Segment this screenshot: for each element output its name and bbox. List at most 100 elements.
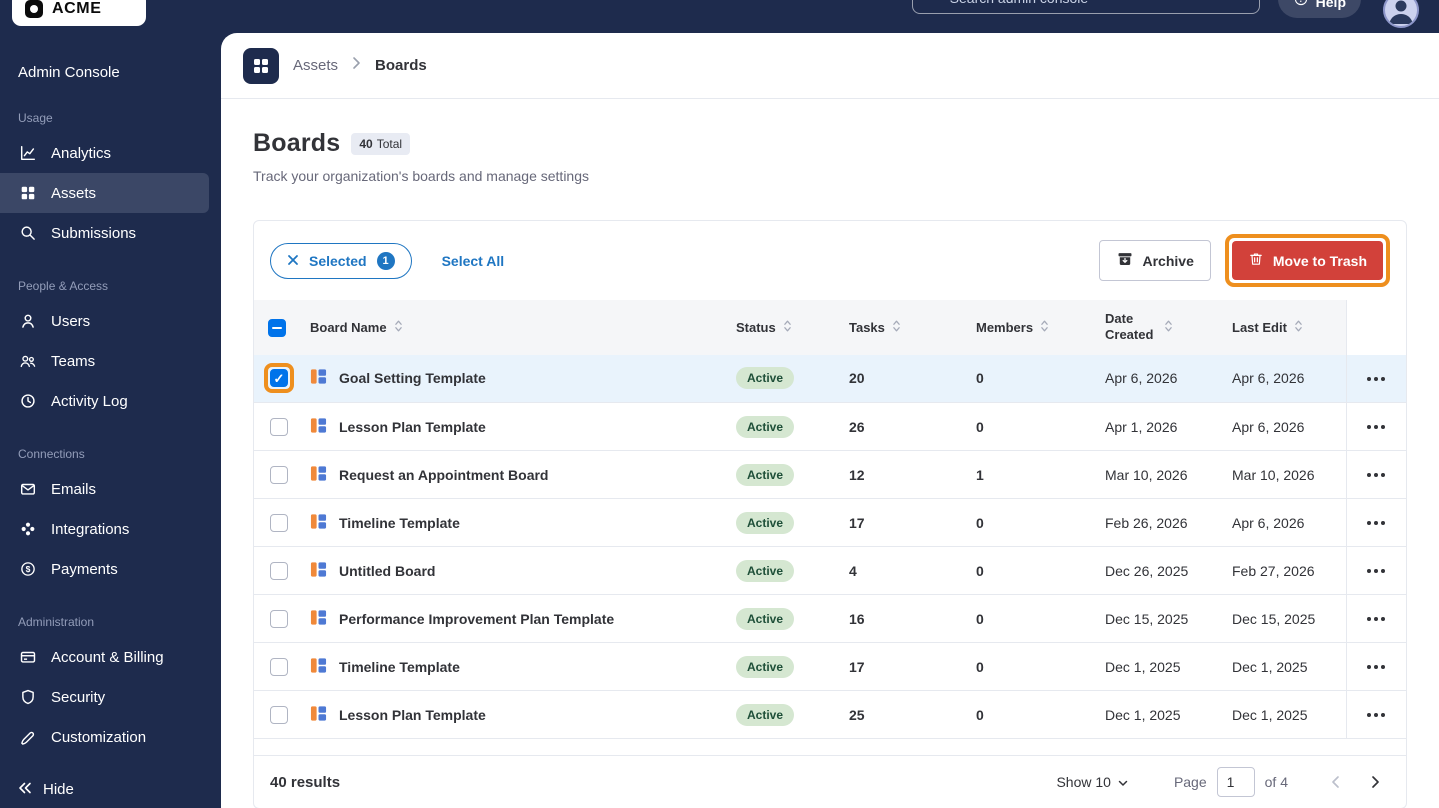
sort-icon — [1164, 319, 1173, 336]
board-icon — [310, 368, 327, 388]
row-menu-button[interactable] — [1361, 657, 1391, 677]
board-name-link[interactable]: Lesson Plan Template — [310, 705, 716, 725]
last-edit-cell: Feb 27, 2026 — [1222, 546, 1346, 595]
column-header-tasks[interactable]: Tasks — [839, 300, 966, 355]
column-header-last-edit[interactable]: Last Edit — [1222, 300, 1346, 355]
sidebar-item-account-billing[interactable]: Account & Billing — [0, 637, 209, 677]
sidebar-item-submissions[interactable]: Submissions — [0, 213, 209, 253]
select-all-checkbox[interactable] — [268, 319, 286, 338]
board-icon — [310, 513, 327, 533]
board-name-link[interactable]: Lesson Plan Template — [310, 417, 716, 437]
row-menu-button[interactable] — [1361, 561, 1391, 581]
assets-grid-icon[interactable] — [243, 47, 279, 84]
user-avatar[interactable] — [1383, 0, 1419, 28]
sidebar-section-connections: Connections — [18, 447, 85, 461]
search-input[interactable] — [949, 0, 1222, 6]
customization-icon — [18, 727, 38, 747]
members-cell: 0 — [966, 354, 1095, 403]
board-name-link[interactable]: Timeline Template — [310, 657, 716, 677]
breadcrumb-assets[interactable]: Assets — [293, 57, 338, 74]
page-title: Boards — [253, 129, 341, 157]
row-checkbox-cell — [254, 594, 300, 643]
page-size-select[interactable]: Show 10 — [1056, 774, 1128, 790]
people-icon — [18, 351, 38, 371]
row-menu-button[interactable] — [1361, 513, 1391, 533]
previous-page-button[interactable] — [1320, 767, 1350, 797]
row-checkbox[interactable] — [270, 465, 288, 484]
members-cell: 0 — [966, 594, 1095, 643]
last-edit-cell: Mar 10, 2026 — [1222, 450, 1346, 499]
board-name-link[interactable]: Untitled Board — [310, 561, 716, 581]
annotation-highlight-trash: Move to Trash — [1224, 234, 1390, 287]
archive-label: Archive — [1142, 252, 1194, 269]
row-menu-button[interactable] — [1361, 369, 1391, 389]
sidebar-section-people: People & Access — [18, 279, 109, 293]
archive-button[interactable]: Archive — [1098, 240, 1211, 281]
tasks-cell: 26 — [839, 402, 966, 451]
board-name-link[interactable]: Performance Improvement Plan Template — [310, 609, 716, 629]
sidebar-section-usage: Usage — [18, 111, 53, 125]
table-header-row: Board Name Status Tasks Members Date Cre… — [254, 300, 1406, 355]
sidebar-item-customization[interactable]: Customization — [0, 717, 209, 757]
row-checkbox[interactable] — [270, 705, 288, 724]
status-badge: Active — [736, 463, 795, 486]
column-header-status[interactable]: Status — [726, 300, 839, 355]
row-checkbox[interactable] — [270, 561, 288, 580]
svg-text:?: ? — [1298, 0, 1303, 4]
row-menu-button[interactable] — [1361, 609, 1391, 629]
of-pages-label: of 4 — [1264, 774, 1288, 790]
sidebar-item-emails[interactable]: Emails — [0, 469, 209, 509]
clear-selection-chip[interactable]: Selected 1 — [270, 242, 412, 279]
members-cell: 0 — [966, 402, 1095, 451]
status-cell: Active — [726, 450, 839, 499]
row-menu-button[interactable] — [1361, 465, 1391, 485]
row-checkbox[interactable] — [270, 513, 288, 532]
sidebar-item-teams[interactable]: Teams — [0, 341, 209, 381]
close-icon — [287, 253, 299, 269]
header-checkbox-cell — [254, 300, 300, 355]
row-menu-button[interactable] — [1361, 417, 1391, 437]
board-icon — [310, 705, 327, 725]
next-page-button[interactable] — [1360, 767, 1390, 797]
row-checkbox-wrap — [264, 556, 294, 586]
sidebar-item-label: Account & Billing — [51, 648, 164, 666]
row-checkbox[interactable] — [270, 417, 288, 436]
board-name-link[interactable]: Goal Setting Template — [310, 368, 716, 388]
sidebar-item-analytics[interactable]: Analytics — [0, 133, 209, 173]
row-checkbox-wrap — [264, 604, 294, 634]
sidebar-item-activity-log[interactable]: Activity Log — [0, 381, 209, 421]
board-name-link[interactable]: Timeline Template — [310, 513, 716, 533]
sidebar-hide-button[interactable]: Hide — [18, 781, 74, 798]
sidebar-item-assets[interactable]: Assets — [0, 173, 209, 213]
last-edit-cell: Apr 6, 2026 — [1222, 354, 1346, 403]
status-badge: Active — [736, 511, 795, 534]
status-cell: Active — [726, 690, 839, 739]
row-checkbox[interactable] — [270, 369, 288, 388]
row-checkbox[interactable] — [270, 609, 288, 628]
shield-icon — [18, 687, 38, 707]
main-column: ? ? Help Assets Bo — [221, 0, 1439, 808]
row-menu-button[interactable] — [1361, 705, 1391, 725]
row-actions-cell — [1345, 354, 1406, 403]
board-name-link[interactable]: Request an Appointment Board — [310, 465, 716, 485]
page-number-input[interactable] — [1216, 767, 1255, 797]
column-header-date-created[interactable]: Date Created — [1095, 300, 1222, 355]
members-cell: 0 — [966, 498, 1095, 547]
sidebar-item-security[interactable]: Security — [0, 677, 209, 717]
sidebar-item-payments[interactable]: $ Payments — [0, 549, 209, 589]
acme-logo[interactable]: ACME — [12, 0, 146, 26]
row-actions-cell — [1345, 594, 1406, 643]
sidebar-item-users[interactable]: Users — [0, 301, 209, 341]
admin-search[interactable]: ? — [911, 0, 1260, 14]
status-cell: Active — [726, 546, 839, 595]
move-to-trash-button[interactable]: Move to Trash — [1231, 241, 1383, 280]
column-header-board-name[interactable]: Board Name — [300, 300, 726, 355]
column-header-members[interactable]: Members — [966, 300, 1095, 355]
archive-icon — [1116, 250, 1134, 271]
sidebar-item-label: Activity Log — [51, 392, 128, 410]
help-button[interactable]: ? Help — [1277, 0, 1361, 18]
sidebar-item-integrations[interactable]: Integrations — [0, 509, 209, 549]
select-all-button[interactable]: Select All — [442, 253, 505, 269]
tasks-cell: 12 — [839, 450, 966, 499]
row-checkbox[interactable] — [270, 657, 288, 676]
